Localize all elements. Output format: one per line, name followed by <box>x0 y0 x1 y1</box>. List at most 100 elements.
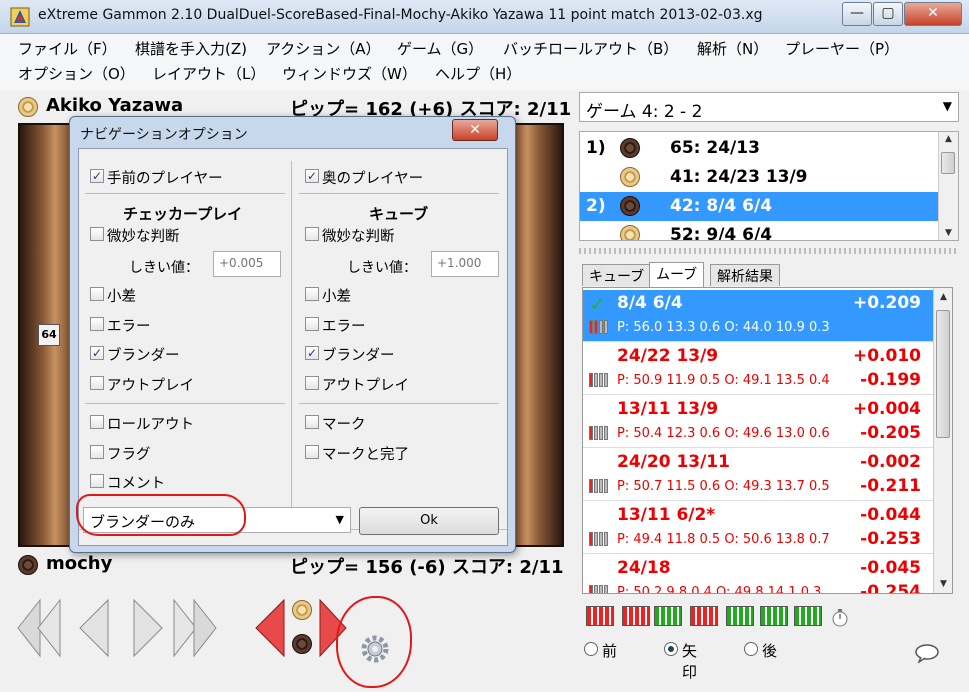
checker-small-checkbox[interactable] <box>90 287 104 301</box>
far-player-checkbox[interactable]: ✓ <box>305 169 319 183</box>
tab-move[interactable]: ムーブ <box>649 262 705 287</box>
cube-threshold-label: しきい値： <box>347 260 417 276</box>
next-move-button[interactable] <box>122 596 172 660</box>
menu-game[interactable]: ゲーム（G） <box>397 38 483 59</box>
dialog-body: ✓ 手前のプレイヤー チェッカープレイ 微妙な判断 しきい値： +0.005 小… <box>78 148 508 546</box>
maximize-button[interactable]: ▢ <box>873 2 903 26</box>
minimize-button[interactable]: — <box>842 2 872 26</box>
panel-splitter[interactable] <box>579 248 959 254</box>
checker-threshold-input[interactable]: +0.005 <box>213 251 281 277</box>
analysis-row[interactable]: 24/20 13/11 -0.002 -0.211 P: 50.7 11.5 0… <box>583 449 933 501</box>
first-move-button[interactable] <box>14 596 64 660</box>
move-list-row[interactable]: 1) 65: 24/13 <box>580 134 938 163</box>
ok-button[interactable]: Ok <box>359 507 499 535</box>
checker-outplay-checkbox[interactable] <box>90 376 104 390</box>
add-all-rollout-icon[interactable] <box>760 606 788 626</box>
analysis-row[interactable]: 24/22 13/9 +0.010 -0.199 P: 50.9 11.9 0.… <box>583 343 933 395</box>
analysis-row[interactable]: 13/11 13/9 +0.004 -0.205 P: 50.4 12.3 0.… <box>583 396 933 448</box>
move-list[interactable]: 1) 65: 24/13 41: 24/23 13/9 2) 42: 8/4 6… <box>579 131 959 241</box>
check-icon: ✓ <box>589 292 606 316</box>
green-bars-icon[interactable] <box>794 606 822 626</box>
close-button[interactable]: ✕ <box>904 2 962 26</box>
light-checker-icon <box>620 225 640 240</box>
move-text: 52: 9/4 6/4 <box>670 225 773 241</box>
mark-label: マーク <box>322 417 366 433</box>
comment-bubble-icon[interactable] <box>914 643 940 663</box>
checker-blunder-checkbox[interactable]: ✓ <box>90 346 104 360</box>
timer-icon[interactable] <box>830 608 850 628</box>
rollout-all-icon[interactable] <box>622 606 650 626</box>
move-list-row[interactable]: 52: 9/4 6/4 <box>580 221 938 241</box>
app-logo-icon <box>10 7 30 27</box>
previous-move-button[interactable] <box>70 596 120 660</box>
light-player-filter-icon[interactable] <box>292 600 312 620</box>
mark-checkbox[interactable] <box>305 415 319 429</box>
rollout-checkbox[interactable] <box>90 415 104 429</box>
green-rollout-icon[interactable] <box>654 606 682 626</box>
comment-checkbox[interactable] <box>90 474 104 488</box>
checker-error-checkbox[interactable] <box>90 317 104 331</box>
move-number: 1) <box>586 138 606 158</box>
cube-error-checkbox[interactable] <box>305 317 319 331</box>
move-list-row-selected[interactable]: 2) 42: 8/4 6/4 <box>580 192 938 221</box>
dark-checker-icon <box>620 138 640 158</box>
mark-done-checkbox[interactable] <box>305 445 319 459</box>
dark-player-filter-icon[interactable] <box>292 634 312 654</box>
win-bars-icon <box>589 532 613 546</box>
menu-analysis[interactable]: 解析（N） <box>697 38 768 59</box>
menu-help[interactable]: ヘルプ（H） <box>435 63 521 84</box>
cube-small-checkbox[interactable] <box>305 287 319 301</box>
move-analysis-list[interactable]: ✓ 8/4 6/4 +0.209 P: 56.0 13.3 0.6 O: 44.… <box>582 287 953 594</box>
analysis-move: 24/18 <box>617 558 671 578</box>
radio-arrow[interactable] <box>664 642 678 656</box>
radio-prev[interactable] <box>584 642 598 656</box>
menu-windows[interactable]: ウィンドウズ（W） <box>282 63 417 84</box>
analysis-stats: P: 50.4 12.3 0.6 O: 49.6 13.0 0.6 <box>617 426 830 441</box>
analysis-equity-diff: -0.211 <box>860 476 921 496</box>
rollout-icon[interactable] <box>586 606 614 626</box>
flag-checkbox[interactable] <box>90 445 104 459</box>
analysis-row[interactable]: 13/11 6/2* -0.044 -0.253 P: 49.4 11.8 0.… <box>583 502 933 554</box>
menu-layout[interactable]: レイアウト（L） <box>152 63 265 84</box>
top-player-name: Akiko Yazawa <box>46 95 184 116</box>
game-select-value: ゲーム 4: 2 - 2 <box>586 102 703 122</box>
win-bars-icon <box>589 320 613 334</box>
cube-small-label: 小差 <box>322 289 351 305</box>
menu-batch-rollout[interactable]: バッチロールアウト（B） <box>503 38 678 59</box>
red-rollout-icon[interactable] <box>690 606 718 626</box>
tab-cube[interactable]: キューブ <box>582 264 652 286</box>
doubling-cube[interactable]: 64 <box>38 324 60 346</box>
cube-subtle-checkbox[interactable] <box>305 227 319 241</box>
gear-icon[interactable] <box>360 634 390 664</box>
dialog-close-button[interactable]: ✕ <box>452 119 498 141</box>
tab-analysis-results[interactable]: 解析結果 <box>710 264 780 286</box>
last-move-button[interactable] <box>170 596 220 660</box>
cube-threshold-input[interactable]: +1.000 <box>431 251 499 277</box>
menu-player[interactable]: プレーヤー（P） <box>785 38 899 59</box>
window-title: eXtreme Gammon 2.10 DualDuel-ScoreBased-… <box>38 7 763 23</box>
previous-decision-button[interactable] <box>250 596 290 660</box>
menu-action[interactable]: アクション（A） <box>266 38 381 59</box>
analysis-move: 24/22 13/9 <box>617 346 719 366</box>
checker-subtle-checkbox[interactable] <box>90 227 104 241</box>
cube-outplay-checkbox[interactable] <box>305 376 319 390</box>
move-list-row[interactable]: 41: 24/23 13/9 <box>580 163 938 192</box>
radio-next[interactable] <box>744 642 758 656</box>
cube-blunder-checkbox[interactable]: ✓ <box>305 346 319 360</box>
menu-manual-entry[interactable]: 棋譜を手入力(Z) <box>135 38 247 59</box>
checker-threshold-label: しきい値： <box>129 260 199 276</box>
analysis-scrollbar[interactable]: ▲ ▼ <box>933 288 952 593</box>
divider <box>299 193 499 194</box>
menu-options[interactable]: オプション（O） <box>18 63 135 84</box>
analysis-row-selected[interactable]: ✓ 8/4 6/4 +0.209 P: 56.0 13.3 0.6 O: 44.… <box>583 290 933 342</box>
cube-outplay-label: アウトプレイ <box>322 378 409 394</box>
move-list-scrollbar[interactable]: ▲ ▼ <box>938 132 958 240</box>
add-rollout-icon[interactable] <box>726 606 754 626</box>
menu-file[interactable]: ファイル（F） <box>18 38 117 59</box>
game-select[interactable]: ゲーム 4: 2 - 2 ▼ <box>579 92 959 122</box>
near-player-checkbox[interactable]: ✓ <box>90 169 104 183</box>
checker-small-label: 小差 <box>107 289 136 305</box>
cube-blunder-label: ブランダー <box>322 348 395 364</box>
analysis-row[interactable]: 24/18 -0.045 -0.254 P: 50.2 9.8 0.4 O: 4… <box>583 555 933 593</box>
move-text: 42: 8/4 6/4 <box>670 196 773 216</box>
